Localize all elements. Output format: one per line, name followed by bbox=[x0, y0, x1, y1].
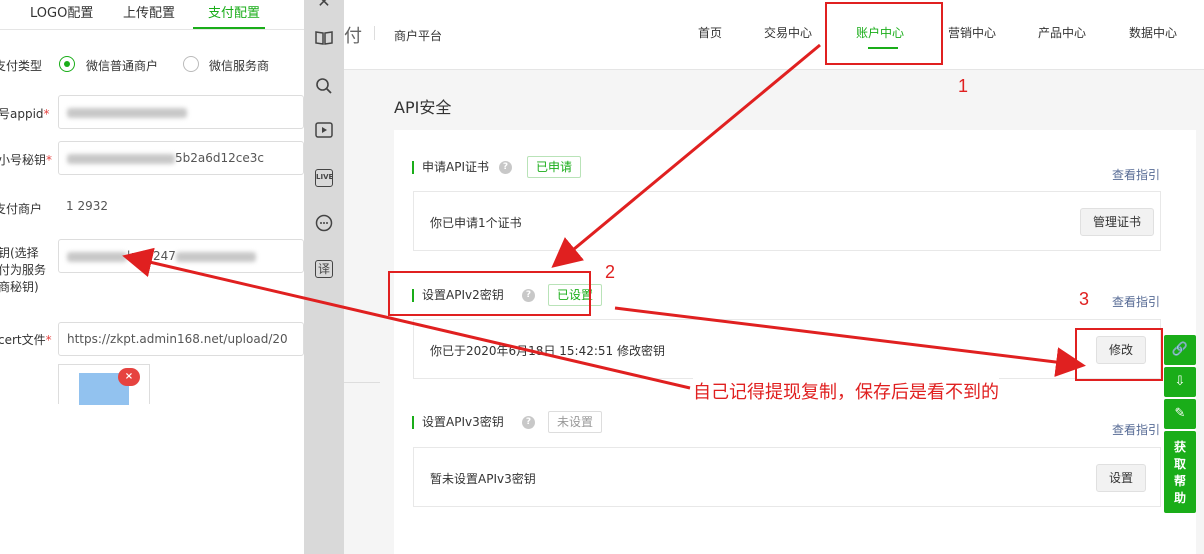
radio-wechat-merchant-label: 微信普通商户 bbox=[86, 59, 159, 73]
guide-link-apiv3[interactable]: 查看指引 bbox=[1112, 421, 1160, 438]
get-help-label: 获取帮助 bbox=[1173, 440, 1186, 505]
edit-icon[interactable]: ✎ bbox=[1164, 399, 1196, 429]
config-tabs: LOGO配置 上传配置 支付配置 bbox=[0, 0, 304, 30]
cert-url-input[interactable]: https://zkpt.admin168.net/upload/20 bbox=[58, 322, 304, 356]
field-label-secret: 小号秘钥* bbox=[0, 153, 53, 167]
help-question-icon[interactable]: ? bbox=[499, 161, 512, 174]
platform-name: 商户平台 bbox=[394, 29, 443, 43]
cert-info-card: 你已申请1个证书 管理证书 bbox=[413, 191, 1161, 251]
close-icon[interactable]: ✕ bbox=[314, 0, 334, 12]
chat-icon[interactable] bbox=[314, 214, 334, 234]
nav-data-center[interactable]: 数据中心 bbox=[1129, 24, 1177, 41]
annotation-box-account-center bbox=[825, 2, 943, 65]
pay-type-label: 支付类型 bbox=[0, 59, 43, 73]
apiv2-info-card: 你已于2020年6月18日 15:42:51 修改密钥 修改 bbox=[413, 319, 1161, 379]
divider-line bbox=[344, 382, 380, 383]
tab-upload-config[interactable]: 上传配置 bbox=[123, 2, 175, 21]
top-navigation: 付 商户平台 首页 交易中心 账户中心 营销中心 产品中心 数据中心 bbox=[344, 0, 1204, 70]
active-tab-indicator bbox=[193, 27, 265, 29]
annotation-note: 自己记得提现复制，保存后是看不到的 bbox=[693, 378, 999, 404]
set-key-button[interactable]: 设置 bbox=[1096, 464, 1147, 492]
guide-link-cert[interactable]: 查看指引 bbox=[1112, 166, 1160, 183]
help-question-icon[interactable]: ? bbox=[522, 416, 535, 429]
manage-cert-button[interactable]: 管理证书 bbox=[1080, 208, 1155, 236]
section-title-apiv3: 设置APIv3密钥 bbox=[412, 416, 504, 429]
payment-config-panel: LOGO配置 上传配置 支付配置 支付类型 微信普通商户 微信服务商 号appi… bbox=[0, 0, 304, 554]
guide-link-apiv2[interactable]: 查看指引 bbox=[1112, 293, 1160, 310]
page-title: API安全 bbox=[394, 98, 452, 117]
merchant-id-input[interactable]: 1 2932 bbox=[58, 190, 304, 224]
apiv2-status-text: 你已于2020年6月18日 15:42:51 修改密钥 bbox=[430, 344, 665, 358]
status-badge-cert: 已申请 bbox=[527, 156, 582, 178]
annotation-box-modify bbox=[1075, 328, 1163, 381]
brand-fragment: 付 bbox=[344, 26, 362, 47]
annotation-box-apiv2 bbox=[388, 271, 591, 316]
field-label-key: 钥(选择 付为服务 商秘钥) bbox=[0, 246, 47, 294]
field-label-cert: cert文件* bbox=[0, 333, 52, 347]
radio-wechat-merchant[interactable] bbox=[59, 56, 75, 72]
nav-divider bbox=[374, 26, 375, 40]
secret-input[interactable]: 5b2a6d12ce3c bbox=[58, 141, 304, 175]
nav-home[interactable]: 首页 bbox=[698, 24, 722, 41]
link-icon[interactable]: 🔗 bbox=[1164, 335, 1196, 365]
radio-wechat-provider-label: 微信服务商 bbox=[209, 59, 270, 73]
get-help-button[interactable]: 获取帮助 bbox=[1164, 431, 1196, 513]
appid-input[interactable] bbox=[58, 95, 304, 129]
live-icon[interactable]: LIVE bbox=[315, 169, 333, 187]
side-toolbar: ✕ LIVE 译 bbox=[304, 0, 344, 554]
cert-status-text: 你已申请1个证书 bbox=[430, 216, 522, 230]
delete-upload-icon[interactable]: × bbox=[118, 368, 140, 386]
key-input[interactable]: k d9247 bbox=[58, 239, 304, 273]
radio-wechat-provider[interactable] bbox=[183, 56, 199, 72]
apiv3-status-text: 暂未设置APIv3密钥 bbox=[430, 472, 536, 486]
book-icon[interactable] bbox=[314, 30, 334, 50]
annotation-number-3: 3 bbox=[1079, 289, 1090, 309]
annotation-number-2: 2 bbox=[605, 262, 616, 282]
field-label-appid: 号appid* bbox=[0, 107, 50, 121]
search-icon[interactable] bbox=[314, 77, 334, 97]
translate-icon[interactable]: 译 bbox=[315, 260, 333, 278]
floating-help-bar: 🔗 ⇩ ✎ 获取帮助 bbox=[1164, 335, 1196, 513]
nav-product-center[interactable]: 产品中心 bbox=[1038, 24, 1086, 41]
apiv3-info-card: 暂未设置APIv3密钥 设置 bbox=[413, 447, 1161, 507]
download-icon[interactable]: ⇩ bbox=[1164, 367, 1196, 397]
video-icon[interactable] bbox=[314, 122, 334, 142]
nav-marketing-center[interactable]: 营销中心 bbox=[948, 24, 996, 41]
tab-logo-config[interactable]: LOGO配置 bbox=[30, 2, 93, 21]
tab-payment-config[interactable]: 支付配置 bbox=[208, 2, 260, 21]
field-label-merchant: 支付商户 bbox=[0, 202, 43, 216]
section-title-api-cert: 申请API证书 bbox=[412, 161, 489, 174]
nav-trade-center[interactable]: 交易中心 bbox=[764, 24, 812, 41]
status-badge-apiv3: 未设置 bbox=[548, 411, 603, 433]
annotation-number-1: 1 bbox=[958, 76, 969, 96]
